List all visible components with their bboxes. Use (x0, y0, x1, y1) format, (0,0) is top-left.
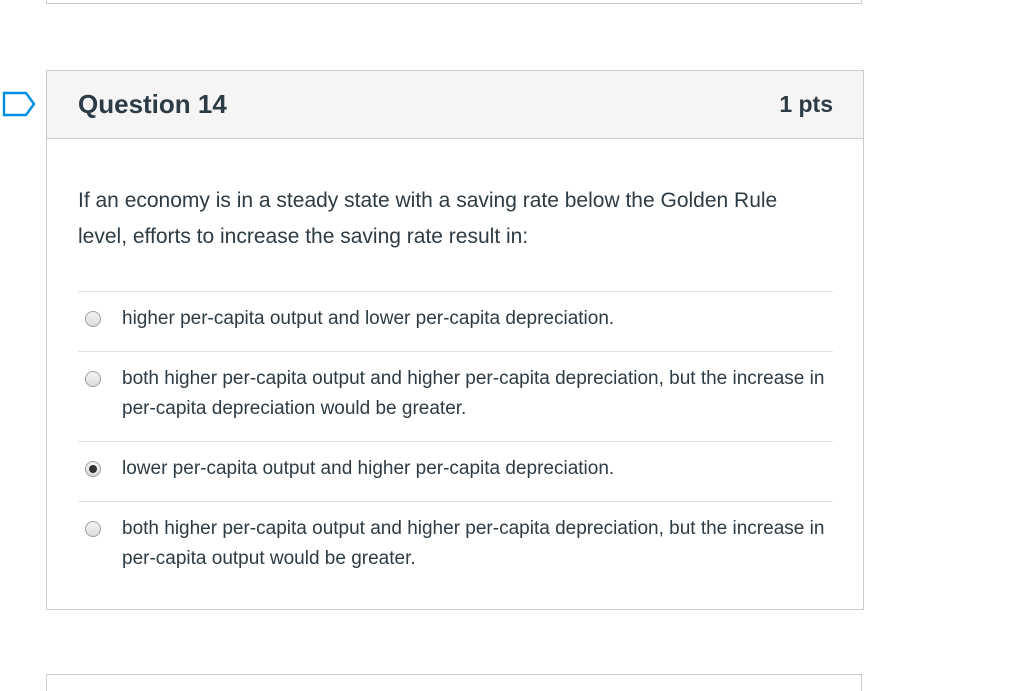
question-points: 1 pts (779, 91, 833, 117)
answer-option[interactable]: lower per-capita output and higher per-c… (78, 442, 833, 502)
next-question-card (46, 674, 862, 691)
answer-label: both higher per-capita output and higher… (122, 518, 825, 569)
radio-button[interactable] (85, 461, 101, 477)
previous-question-card (46, 0, 862, 4)
quiz-page: Question 14 1 pts If an economy is in a … (0, 0, 1021, 691)
answer-label: higher per-capita output and lower per-c… (122, 308, 615, 329)
question-header: Question 14 1 pts (47, 71, 863, 139)
question-title: Question 14 (78, 89, 227, 119)
question-card: Question 14 1 pts If an economy is in a … (46, 70, 864, 610)
answer-option[interactable]: higher per-capita output and lower per-c… (78, 292, 833, 352)
radio-button[interactable] (85, 371, 101, 387)
question-body: If an economy is in a steady state with … (47, 139, 863, 591)
answer-option[interactable]: both higher per-capita output and higher… (78, 502, 833, 591)
answer-label: lower per-capita output and higher per-c… (122, 458, 615, 479)
answer-label: both higher per-capita output and higher… (122, 368, 825, 419)
radio-button[interactable] (85, 311, 101, 327)
answer-list: higher per-capita output and lower per-c… (78, 291, 833, 591)
radio-button[interactable] (85, 521, 101, 537)
answer-option[interactable]: both higher per-capita output and higher… (78, 352, 833, 442)
question-text: If an economy is in a steady state with … (78, 189, 778, 248)
flag-bookmark-icon[interactable] (2, 91, 36, 117)
